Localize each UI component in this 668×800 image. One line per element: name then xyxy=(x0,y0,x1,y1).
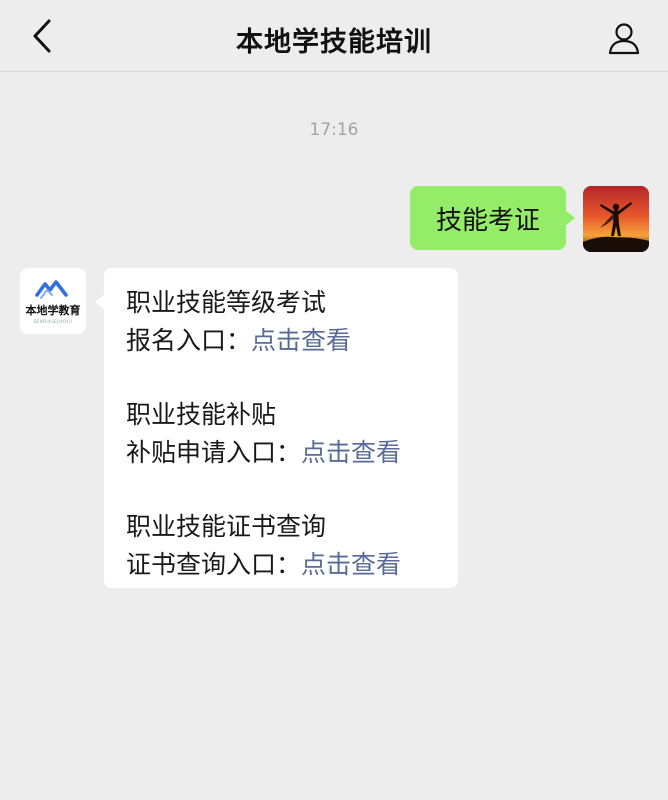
menu-block-subsidy: 职业技能补贴 补贴申请入口：点击查看 xyxy=(126,396,458,472)
page-title: 本地学技能培训 xyxy=(236,27,432,58)
profile-button[interactable] xyxy=(604,18,644,58)
sent-message-text: 技能考证 xyxy=(435,205,540,236)
sent-message-bubble[interactable]: 技能考证 xyxy=(410,186,575,250)
view-link-certificate[interactable]: 点击查看 xyxy=(301,550,401,579)
menu-block-exam: 职业技能等级考试 报名入口：点击查看 xyxy=(126,284,458,360)
received-message-bubble: 职业技能等级考试 报名入口：点击查看 职业技能补贴 补贴申请入口：点击查看 职业… xyxy=(95,268,458,588)
person-icon xyxy=(608,23,640,55)
menu-block-certificate: 职业技能证书查询 证书查询入口：点击查看 xyxy=(126,508,458,584)
account-avatar[interactable]: 本地学教育 BENDIXUEJIAOYU xyxy=(20,268,86,334)
entry-label: 证书查询入口： xyxy=(126,550,302,579)
mountain-logo-icon xyxy=(35,280,68,299)
entry-line: 证书查询入口：点击查看 xyxy=(126,546,458,584)
view-link-subsidy[interactable]: 点击查看 xyxy=(301,438,401,467)
top-bar: 本地学技能培训 xyxy=(0,0,668,72)
block-title: 职业技能补贴 xyxy=(126,400,277,429)
logo-text: 本地学教育 xyxy=(25,304,81,317)
message-timestamp: 17:16 xyxy=(309,120,359,140)
logo-subtext: BENDIXUEJIAOYU xyxy=(33,319,73,324)
user-avatar[interactable] xyxy=(583,186,649,252)
entry-label: 报名入口： xyxy=(126,326,252,355)
block-title: 职业技能等级考试 xyxy=(126,288,327,317)
silhouette-sunset-image xyxy=(583,186,649,252)
entry-line: 报名入口：点击查看 xyxy=(126,322,458,360)
entry-line: 补贴申请入口：点击查看 xyxy=(126,434,458,472)
block-title: 职业技能证书查询 xyxy=(126,512,327,541)
view-link-exam[interactable]: 点击查看 xyxy=(251,326,351,355)
entry-label: 补贴申请入口： xyxy=(126,438,302,467)
